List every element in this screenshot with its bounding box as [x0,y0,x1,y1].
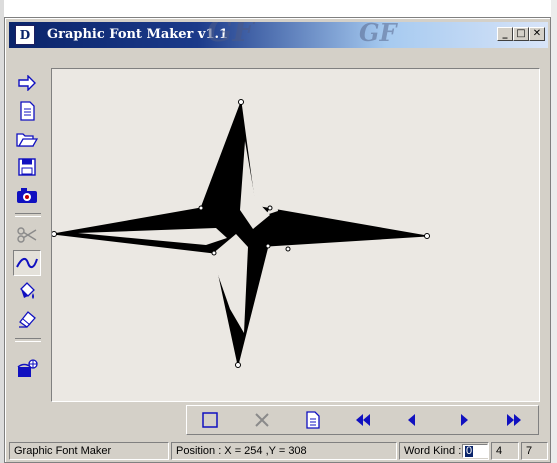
control-point-left[interactable] [52,231,57,237]
glyph-preview [52,99,430,368]
window-title: Graphic Font Maker v1.1 [47,27,229,42]
curve-tool-button[interactable] [13,250,41,276]
select-box-button[interactable] [199,410,221,430]
arrow-right-icon [18,75,36,91]
curve-icon [16,257,38,269]
control-point-bottom[interactable] [235,362,241,368]
cut-tool-button[interactable] [13,222,41,248]
control-point-inner[interactable] [198,205,204,211]
toolbar-separator [15,213,41,217]
scissors-icon [17,227,37,243]
word-kind-label: Word Kind : [404,445,462,457]
erase-tool-button[interactable] [13,306,41,332]
first-button[interactable] [352,410,374,430]
maximize-button[interactable]: □ [513,27,529,41]
previous-button[interactable] [401,410,423,430]
control-point-inner[interactable] [265,243,271,249]
camera-icon [17,188,37,203]
status-bar: Graphic Font Maker Position : X = 254 ,Y… [9,442,548,460]
drawing-canvas[interactable] [51,68,540,402]
word-kind-value: 0 [465,445,474,457]
app-window: D Graphic Font Maker v1.1 GF GF _ □ ✕ Gr… [4,17,551,463]
control-point-top[interactable] [238,99,244,105]
background-edge-right [551,0,557,463]
settings-tool-button[interactable] [13,356,41,382]
close-button[interactable]: ✕ [529,27,545,41]
delete-button[interactable] [251,410,273,430]
delete-icon [255,413,269,427]
open-folder-icon [16,133,38,147]
paint-can-icon [17,359,38,377]
next-button[interactable] [453,410,475,430]
fill-tool-button[interactable] [13,278,41,304]
logo-watermark-right: GF [359,22,397,47]
capture-tool-button[interactable] [13,182,41,208]
first-icon [356,414,370,426]
word-kind-input[interactable]: 0 [462,444,488,458]
select-box-icon [202,412,218,428]
status-field-2: 4 [491,442,519,460]
new-document-icon [20,101,35,121]
glyph-navigator [186,405,539,435]
eraser-icon [19,311,36,328]
open-tool-button[interactable] [13,126,41,152]
title-bar[interactable]: D Graphic Font Maker v1.1 GF GF _ □ ✕ [9,22,548,48]
control-point-inner[interactable] [267,205,273,211]
logo-watermark-left: GF [207,22,254,48]
control-point-right[interactable] [424,233,430,239]
previous-icon [408,414,415,426]
control-point-inner[interactable] [285,246,291,252]
app-icon[interactable]: D [15,25,35,45]
control-point-inner[interactable] [211,250,217,256]
last-icon [507,414,521,426]
status-field-3: 7 [521,442,548,460]
next-tool-button[interactable] [13,70,41,96]
side-toolbar [13,70,43,402]
status-position: Position : X = 254 ,Y = 308 [171,442,397,460]
page-button[interactable] [302,410,324,430]
status-word-kind: Word Kind : 0 [399,442,489,460]
floppy-disk-icon [18,158,36,176]
minimize-button[interactable]: _ [497,27,513,41]
status-app-name: Graphic Font Maker [9,442,169,460]
page-icon [306,411,320,429]
last-button[interactable] [503,410,525,430]
save-tool-button[interactable] [13,154,41,180]
glyph-inner-highlight-1 [240,141,270,229]
paint-bucket-icon [20,282,35,299]
new-tool-button[interactable] [13,98,41,124]
toolbar-separator [15,338,41,342]
next-icon [461,414,468,426]
